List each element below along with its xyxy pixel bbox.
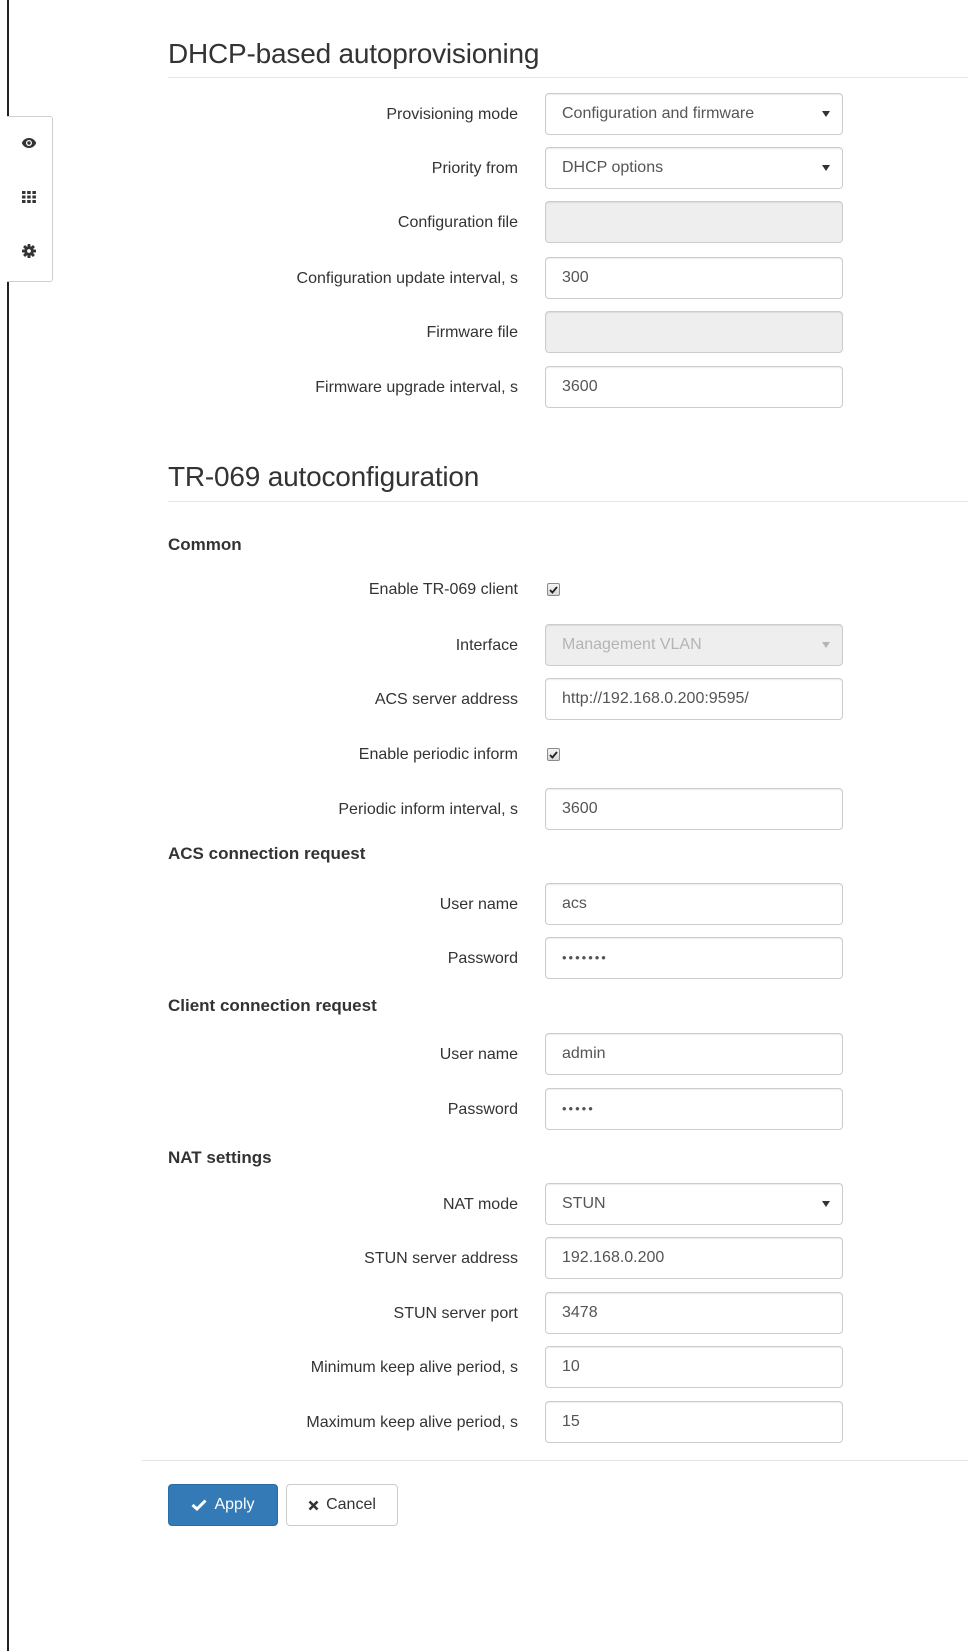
tr069-section-title: TR-069 autoconfiguration	[168, 461, 480, 492]
firmware-file-input[interactable]	[545, 311, 843, 353]
priority-from-label: Priority from	[431, 160, 518, 177]
config-update-interval-row: Configuration update interval, s 300	[0, 257, 968, 301]
stun-address-label: STUN server address	[364, 1250, 518, 1267]
interface-row: Interface Management VLAN	[0, 624, 968, 668]
cancel-button-label: Cancel	[326, 1496, 376, 1513]
min-keepalive-row: Minimum keep alive period, s 10	[0, 1346, 968, 1390]
dhcp-divider	[168, 77, 968, 78]
acs-request-subsection-title: ACS connection request	[168, 844, 366, 863]
enable-periodic-checkbox[interactable]	[547, 748, 560, 761]
interface-select[interactable]: Management VLAN	[545, 624, 843, 666]
stun-address-input[interactable]: 192.168.0.200	[545, 1237, 843, 1279]
config-file-row: Configuration file	[0, 201, 968, 245]
provisioning-mode-label: Provisioning mode	[386, 106, 518, 123]
nat-subsection-title: NAT settings	[168, 1148, 272, 1167]
priority-from-row: Priority from DHCP options	[0, 147, 968, 191]
checkmark-icon	[549, 585, 558, 594]
enable-tr069-label: Enable TR-069 client	[368, 581, 518, 598]
config-file-label: Configuration file	[397, 214, 518, 231]
nat-mode-row: NAT mode STUN	[0, 1183, 968, 1227]
acs-password-input[interactable]: •••••••	[545, 937, 843, 979]
config-file-input[interactable]	[545, 201, 843, 243]
client-password-label: Password	[447, 1101, 518, 1118]
close-icon	[308, 1500, 319, 1510]
chevron-down-icon	[822, 1201, 830, 1207]
client-password-row: Password •••••	[0, 1088, 968, 1132]
acs-password-label: Password	[447, 950, 518, 967]
dhcp-section-title: DHCP-based autoprovisioning	[168, 38, 540, 69]
priority-from-value: DHCP options	[562, 159, 664, 176]
acs-password-value: •••••••	[562, 950, 608, 965]
apply-button-label: Apply	[214, 1496, 255, 1513]
acs-user-input[interactable]: acs	[545, 883, 843, 925]
enable-tr069-row: Enable TR-069 client	[0, 568, 968, 612]
config-update-interval-input[interactable]: 300	[545, 257, 843, 299]
acs-password-row: Password •••••••	[0, 937, 968, 981]
periodic-interval-row: Periodic inform interval, s 3600	[0, 788, 968, 832]
firmware-upgrade-interval-label: Firmware upgrade interval, s	[315, 379, 518, 396]
apply-button[interactable]: Apply	[168, 1484, 278, 1526]
firmware-upgrade-interval-input[interactable]: 3600	[545, 366, 843, 408]
client-user-input[interactable]: admin	[545, 1033, 843, 1075]
min-keepalive-input[interactable]: 10	[545, 1346, 843, 1388]
chevron-down-icon	[822, 642, 830, 648]
acs-user-label: User name	[439, 896, 518, 913]
acs-address-label: ACS server address	[374, 691, 518, 708]
check-icon	[191, 1499, 208, 1511]
nat-mode-value: STUN	[562, 1195, 606, 1212]
acs-user-row: User name acs	[0, 883, 968, 927]
firmware-upgrade-interval-row: Firmware upgrade interval, s 3600	[0, 366, 968, 410]
tr069-divider	[168, 501, 968, 502]
chevron-down-icon	[822, 111, 830, 117]
provisioning-mode-select[interactable]: Configuration and firmware	[545, 93, 843, 135]
enable-periodic-row: Enable periodic inform	[0, 733, 968, 777]
provisioning-mode-row: Provisioning mode Configuration and firm…	[0, 93, 968, 137]
max-keepalive-input[interactable]: 15	[545, 1401, 843, 1443]
acs-address-row: ACS server address http://192.168.0.200:…	[0, 678, 968, 722]
interface-value: Management VLAN	[562, 636, 702, 653]
max-keepalive-row: Maximum keep alive period, s 15	[0, 1401, 968, 1445]
periodic-interval-label: Periodic inform interval, s	[338, 801, 518, 818]
firmware-file-label: Firmware file	[426, 324, 518, 341]
client-password-value: •••••	[562, 1101, 595, 1116]
cancel-button[interactable]: Cancel	[286, 1484, 398, 1526]
stun-port-label: STUN server port	[393, 1305, 518, 1322]
stun-port-row: STUN server port 3478	[0, 1292, 968, 1336]
nat-mode-label: NAT mode	[443, 1196, 518, 1213]
interface-label: Interface	[455, 637, 518, 654]
enable-periodic-label: Enable periodic inform	[358, 746, 518, 763]
chevron-down-icon	[822, 165, 830, 171]
config-update-interval-label: Configuration update interval, s	[296, 270, 518, 287]
enable-tr069-checkbox[interactable]	[547, 583, 560, 596]
client-user-row: User name admin	[0, 1033, 968, 1077]
acs-address-input[interactable]: http://192.168.0.200:9595/	[545, 678, 843, 720]
min-keepalive-label: Minimum keep alive period, s	[310, 1359, 518, 1376]
client-password-input[interactable]: •••••	[545, 1088, 843, 1130]
footer-divider	[142, 1460, 968, 1461]
provisioning-mode-value: Configuration and firmware	[562, 105, 755, 122]
client-user-label: User name	[439, 1046, 518, 1063]
firmware-file-row: Firmware file	[0, 311, 968, 355]
stun-port-input[interactable]: 3478	[545, 1292, 843, 1334]
common-subsection-title: Common	[168, 535, 242, 554]
client-request-subsection-title: Client connection request	[168, 996, 377, 1015]
stun-address-row: STUN server address 192.168.0.200	[0, 1237, 968, 1281]
periodic-interval-input[interactable]: 3600	[545, 788, 843, 830]
checkmark-icon	[549, 750, 558, 759]
priority-from-select[interactable]: DHCP options	[545, 147, 843, 189]
max-keepalive-label: Maximum keep alive period, s	[306, 1414, 518, 1431]
nat-mode-select[interactable]: STUN	[545, 1183, 843, 1225]
